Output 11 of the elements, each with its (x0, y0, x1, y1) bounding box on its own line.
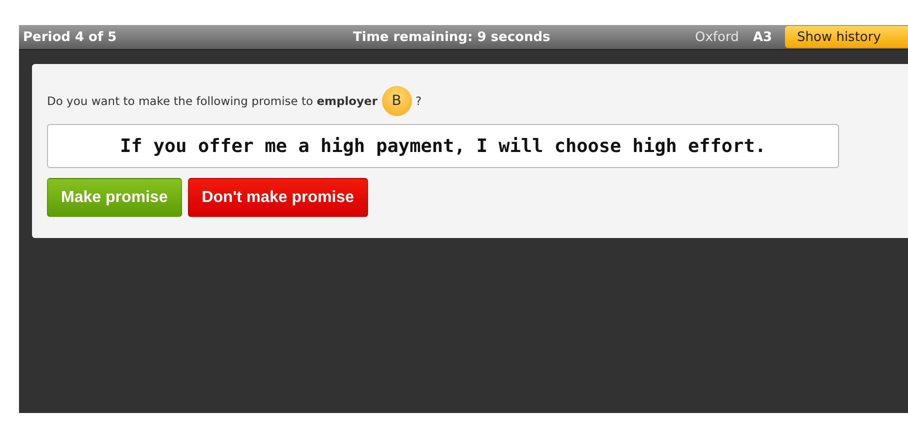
show-history-button[interactable]: Show history (785, 26, 908, 48)
timer-label: Time remaining: 9 seconds (353, 30, 552, 44)
question-text: Do you want to make the following promise to employer (47, 94, 378, 108)
make-promise-button[interactable]: Make promise (47, 178, 182, 217)
period-label: Period 4 of 5 (23, 30, 118, 44)
question-mark: ? (416, 94, 422, 108)
decline-promise-button[interactable]: Don't make promise (188, 178, 368, 217)
player-id-label: A3 (753, 30, 774, 44)
partner-badge: B (382, 86, 412, 116)
promise-text: If you offer me a high payment, I will choose high effort. (47, 124, 839, 168)
location-label: Oxford (695, 30, 740, 44)
